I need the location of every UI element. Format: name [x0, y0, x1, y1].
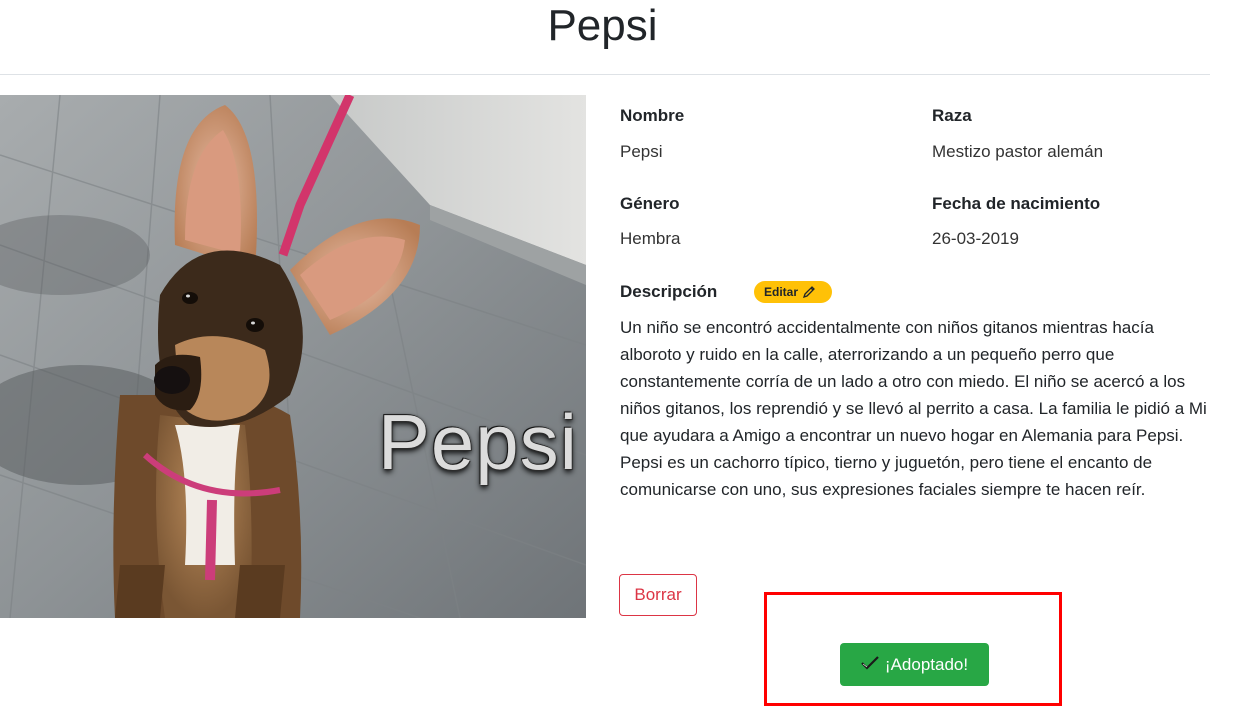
adopted-button[interactable]: ¡Adoptado! [840, 643, 989, 686]
title-divider [0, 74, 1210, 75]
adopted-button-label: ¡Adoptado! [884, 654, 969, 674]
genero-label: Género [620, 194, 680, 213]
nombre-label: Nombre [620, 106, 685, 125]
descripcion-label: Descripción [620, 282, 718, 301]
check-icon [861, 655, 879, 675]
raza-label: Raza [932, 106, 972, 125]
photo-name-overlay: Pepsi [377, 398, 578, 486]
dog-photo: Pepsi [0, 95, 586, 618]
description-text: Un niño se encontró accidentalmente con … [620, 318, 1207, 499]
page-title: Pepsi [547, 1, 658, 50]
genero-value: Hembra [620, 229, 681, 248]
raza-value: Mestizo pastor alemán [932, 142, 1104, 161]
nombre-value: Pepsi [620, 142, 663, 161]
edit-description-badge[interactable]: Editar [754, 281, 832, 303]
edit-badge-label: Editar [764, 285, 799, 299]
fecha-nacimiento-value: 26-03-2019 [932, 229, 1019, 248]
fecha-nacimiento-label: Fecha de nacimiento [932, 194, 1101, 213]
pencil-icon [802, 285, 816, 299]
delete-button[interactable]: Borrar [619, 574, 697, 616]
